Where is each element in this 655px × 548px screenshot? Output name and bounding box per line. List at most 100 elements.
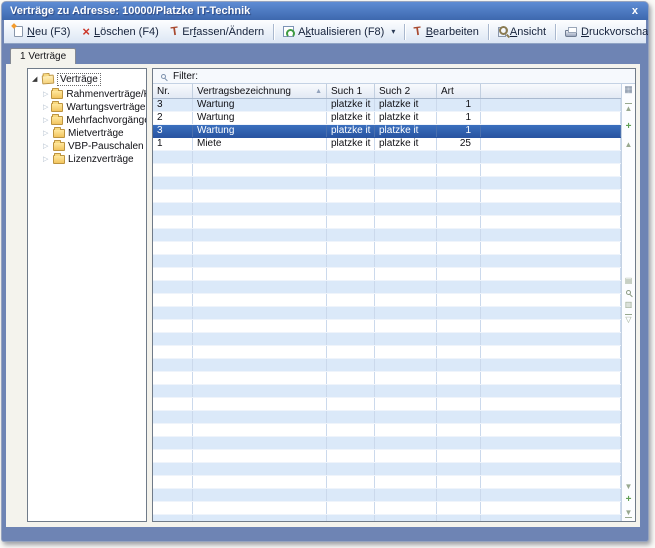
print-preview-button[interactable]: Druckvorschau — [559, 24, 649, 40]
table-row-empty — [153, 151, 621, 164]
search-icon[interactable] — [626, 290, 631, 295]
table-cell — [327, 255, 375, 267]
table-cell — [481, 177, 621, 189]
tree-collapsed-icon[interactable]: ▷ — [43, 104, 48, 112]
table-cell — [193, 255, 327, 267]
view-button[interactable]: Ansicht — [492, 24, 552, 40]
tree-collapsed-icon[interactable]: ▷ — [43, 91, 48, 99]
table-cell — [193, 190, 327, 202]
tree-item[interactable]: ▷Mehrfachvorgänge — [28, 114, 146, 127]
table-cell — [193, 398, 327, 410]
table-cell — [193, 203, 327, 215]
table-cell — [437, 476, 481, 488]
tree-item[interactable]: ▷Mietverträge — [28, 127, 146, 140]
table-cell — [153, 177, 193, 189]
table-cell — [327, 476, 375, 488]
table-row-empty — [153, 203, 621, 216]
table-cell: 3 — [153, 125, 193, 137]
table-cell: platzke it — [327, 112, 375, 124]
tree-item[interactable]: ▷ Wartungsverträge — [28, 101, 146, 114]
tree-root-item[interactable]: ◢ Verträge — [28, 69, 146, 88]
previous-row-icon[interactable]: ▲ — [625, 140, 633, 149]
refresh-button[interactable]: Aktualisieren (F8) ▾ — [277, 24, 401, 40]
tree-collapsed-icon[interactable]: ▷ — [43, 156, 50, 164]
table-cell — [481, 112, 621, 124]
table-cell — [437, 515, 481, 521]
edit-button[interactable]: T Bearbeiten — [408, 24, 485, 40]
chevron-down-icon[interactable]: ▾ — [391, 27, 395, 36]
table-cell — [375, 203, 437, 215]
table-cell: platzke it — [375, 99, 437, 111]
table-cell — [193, 281, 327, 293]
table-cell — [327, 242, 375, 254]
delete-button[interactable]: × Löschen (F4) — [76, 24, 164, 40]
filter-label: Filter: — [173, 71, 198, 82]
delete-icon: × — [82, 26, 90, 37]
table-row-empty — [153, 177, 621, 190]
close-button[interactable]: x — [630, 5, 640, 17]
table-cell — [193, 151, 327, 163]
tree-item[interactable]: ▷Lizenzverträge — [28, 153, 146, 166]
column-header-art[interactable]: Art — [437, 84, 481, 98]
tree-item-label: Wartungsverträge — [66, 102, 145, 113]
save-layout-icon[interactable]: ▥ — [625, 300, 633, 309]
column-header-nr[interactable]: Nr. — [153, 84, 193, 98]
column-header-vertragsbezeichnung[interactable]: Vertragsbezeichnung ▲ — [193, 84, 327, 98]
tree-item[interactable]: ▷Rahmenverträge/Kontrakte — [28, 88, 146, 101]
table-cell — [481, 242, 621, 254]
column-header-such2[interactable]: Such 2 — [375, 84, 437, 98]
titlebar[interactable]: Verträge zu Adresse: 10000/Platzke IT-Te… — [2, 2, 648, 20]
column-header-such1[interactable]: Such 1 — [327, 84, 375, 98]
card-view-icon[interactable]: ▤ — [625, 276, 633, 285]
tab-vertraege[interactable]: 1 Verträge — [10, 48, 76, 64]
table-cell — [327, 190, 375, 202]
tree-collapsed-icon[interactable]: ▷ — [43, 130, 50, 138]
table-cell — [481, 333, 621, 345]
scroll-to-bottom-icon[interactable]: ▼ — [625, 508, 633, 518]
folder-icon — [51, 103, 63, 112]
table-cell — [481, 463, 621, 475]
table-row-empty — [153, 515, 621, 521]
folder-open-icon — [42, 75, 55, 85]
tree-collapsed-icon[interactable]: ▷ — [43, 117, 48, 125]
toolbar-separator — [273, 24, 274, 40]
table-row-empty — [153, 242, 621, 255]
table-cell — [437, 242, 481, 254]
table-row[interactable]: 1Mieteplatzke itplatzke it25 — [153, 138, 621, 151]
folder-icon — [53, 129, 65, 138]
tree-expanded-icon[interactable]: ◢ — [32, 76, 39, 84]
table-cell — [193, 307, 327, 319]
table-cell — [327, 320, 375, 332]
table-row-empty — [153, 229, 621, 242]
table-cell — [327, 450, 375, 462]
table-cell — [375, 164, 437, 176]
table-row[interactable]: 3Wartungplatzke itplatzke it1 — [153, 99, 621, 112]
table-cell — [437, 216, 481, 228]
table-row[interactable]: 2Wartungplatzke itplatzke it1 — [153, 112, 621, 125]
filter-funnel-icon[interactable]: ▽ — [625, 314, 631, 324]
new-button[interactable]: Neu (F3) — [8, 24, 76, 40]
table-cell — [437, 346, 481, 358]
grid-header-row: Nr. Vertragsbezeichnung ▲ Such 1 Such 2 … — [153, 84, 621, 99]
table-row-empty — [153, 333, 621, 346]
table-cell — [481, 125, 621, 137]
column-chooser-icon[interactable]: ▦ — [624, 85, 633, 94]
next-row-icon[interactable]: ▼ — [625, 482, 633, 491]
tree-item[interactable]: ▷VBP-Pauschalen — [28, 140, 146, 153]
capture-edit-button[interactable]: T Erfassen/Ändern — [165, 24, 270, 40]
tab-page: ◢ Verträge ▷Rahmenverträge/Kontrakte▷War… — [6, 64, 640, 527]
table-row-empty — [153, 190, 621, 203]
add-row-icon[interactable]: + — [626, 495, 632, 504]
tree-root-label: Verträge — [57, 73, 101, 86]
table-cell — [437, 450, 481, 462]
tree-collapsed-icon[interactable]: ▷ — [43, 143, 50, 151]
table-cell — [153, 411, 193, 423]
table-cell — [193, 268, 327, 280]
filter-row[interactable]: Filter: — [153, 69, 635, 84]
table-cell — [375, 385, 437, 397]
table-row[interactable]: 3Wartungplatzke itplatzke it1 — [153, 125, 621, 138]
table-cell: platzke it — [375, 112, 437, 124]
add-row-icon[interactable]: + — [626, 122, 632, 131]
table-cell — [375, 307, 437, 319]
scroll-to-top-icon[interactable]: ▲ — [625, 103, 633, 113]
